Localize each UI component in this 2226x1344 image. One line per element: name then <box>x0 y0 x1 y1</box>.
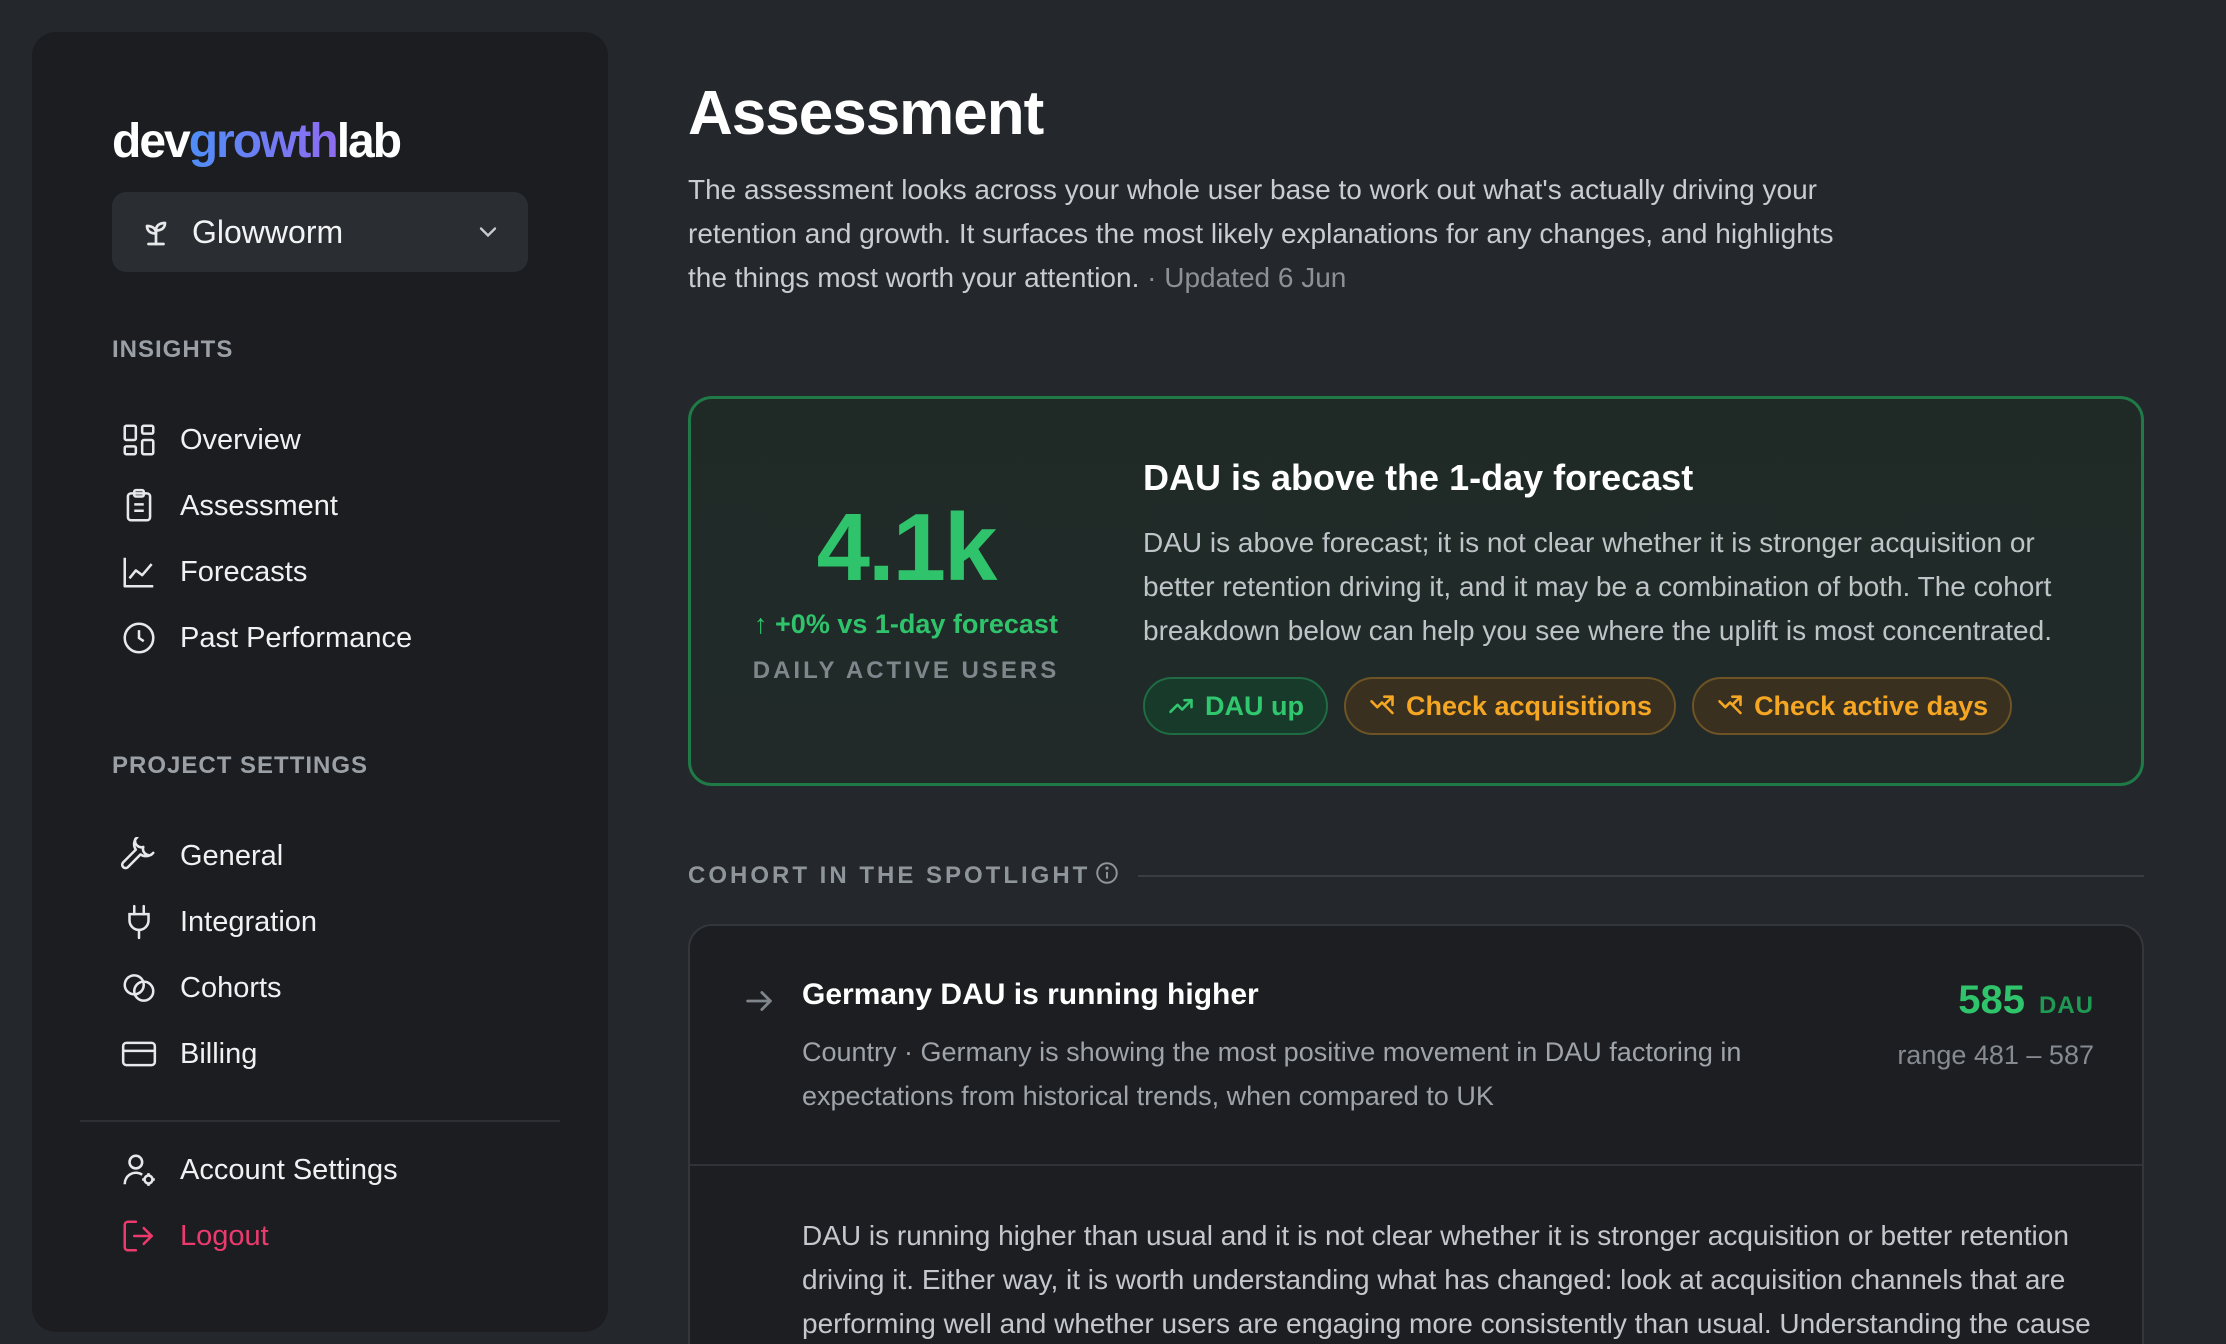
cohort-value-unit: DAU <box>2039 992 2094 1019</box>
dau-forecast-card: 4.1k ↑ +0% vs 1-day forecast DAILY ACTIV… <box>688 396 2144 786</box>
info-icon[interactable] <box>1094 860 1120 886</box>
sidebar-item-label: Account Settings <box>180 1153 398 1186</box>
cohort-value-number: 585 <box>1958 978 2025 1022</box>
logout-icon <box>123 1220 153 1252</box>
arrow-right-icon <box>746 991 772 1011</box>
chip-label: DAU up <box>1205 690 1304 721</box>
trending-up-icon <box>1169 698 1193 714</box>
card-icon <box>121 1041 157 1067</box>
sidebar-item-past-performance[interactable]: Past Performance <box>120 610 412 666</box>
sidebar-item-label: General <box>180 839 284 872</box>
cohort-range: range 481 – 587 <box>1897 1040 2094 1070</box>
cohort-separator <box>690 1164 2142 1166</box>
sidebar-item-forecasts[interactable]: Forecasts <box>120 544 307 600</box>
sidebar-item-label: Overview <box>180 423 301 456</box>
hero-body: DAU is above forecast; it is not clear w… <box>1143 527 2052 646</box>
chevron-down-icon <box>479 227 497 238</box>
plug-icon <box>128 904 150 940</box>
grid-icon <box>123 424 155 456</box>
chip-check-active-days[interactable]: Check active days <box>1692 677 2013 735</box>
wrench-icon <box>120 837 155 870</box>
brand-logo[interactable]: devgrowthlab <box>112 114 402 169</box>
cohort-detail: DAU is running higher than usual and it … <box>802 1220 2091 1339</box>
clock-icon <box>123 622 155 654</box>
sidebar-item-logout[interactable]: Logout <box>120 1208 269 1264</box>
project-selector[interactable]: Glowworm <box>112 192 528 272</box>
sidebar-item-label: Integration <box>180 905 318 938</box>
cohort-description: Country · Germany is showing the most po… <box>802 1037 1742 1111</box>
sidebar-item-billing[interactable]: Billing <box>120 1026 257 1082</box>
spotlight-divider <box>1138 875 2144 877</box>
circles-icon <box>123 974 155 1002</box>
chip-dau-up[interactable]: DAU up <box>1143 677 1328 735</box>
project-settings-section-label: PROJECT SETTINGS <box>112 752 369 779</box>
clipboard-icon <box>126 488 152 522</box>
insight-chips: DAU up Check acquisitions Check active d… <box>1143 677 2013 735</box>
chip-check-acquisitions[interactable]: Check acquisitions <box>1343 677 1677 735</box>
sidebar-item-account-settings[interactable]: Account Settings <box>120 1142 398 1198</box>
spotlight-cohort-card[interactable]: Germany DAU is running higher Country · … <box>688 924 2144 1344</box>
sidebar-item-label: Forecasts <box>180 555 308 588</box>
dau-value: 4.1k <box>816 494 998 601</box>
sidebar-item-overview[interactable]: Overview <box>120 412 301 468</box>
page-title: Assessment <box>688 79 1044 148</box>
logo-part-lab: lab <box>336 115 402 168</box>
sidebar-item-label: Cohorts <box>180 971 282 1004</box>
logo-part-growth: growth <box>188 115 339 168</box>
dau-delta: ↑ +0% vs 1-day forecast <box>754 609 1058 639</box>
insights-section-label: INSIGHTS <box>112 336 234 363</box>
page-intro: The assessment looks across your whole u… <box>688 168 1868 300</box>
split-trend-icon <box>1370 695 1394 715</box>
logo-part-dev: dev <box>112 115 191 168</box>
chip-label: Check active days <box>1754 690 1989 721</box>
sidebar-item-label: Past Performance <box>180 621 413 654</box>
user-gear-icon <box>123 1154 155 1186</box>
sidebar-item-label: Logout <box>180 1219 269 1252</box>
sidebar: devgrowthlab Glowworm INSIGHTS Overview … <box>32 32 608 1332</box>
spotlight-section-label: COHORT IN THE SPOTLIGHT <box>688 862 1091 889</box>
sidebar-item-label: Assessment <box>180 489 338 522</box>
chip-label: Check acquisitions <box>1405 690 1653 721</box>
updated-timestamp: · Updated 6 Jun <box>1147 262 1347 293</box>
sprout-icon <box>145 221 167 246</box>
sidebar-item-general[interactable]: General <box>120 828 283 884</box>
project-name: Glowworm <box>192 213 344 250</box>
hero-title: DAU is above the 1-day forecast <box>1143 457 1694 498</box>
split-trend-icon <box>1718 695 1742 715</box>
sidebar-item-label: Billing <box>180 1037 258 1070</box>
cohort-title: Germany DAU is running higher <box>802 978 1259 1011</box>
dau-caption: DAILY ACTIVE USERS <box>752 657 1060 684</box>
sidebar-item-assessment[interactable]: Assessment <box>120 478 338 534</box>
sidebar-item-cohorts[interactable]: Cohorts <box>120 960 282 1016</box>
sidebar-divider <box>80 1120 560 1122</box>
cohort-value: 585 DAU <box>1958 978 2094 1023</box>
line-chart-icon <box>123 557 154 588</box>
sidebar-item-integration[interactable]: Integration <box>120 894 317 950</box>
